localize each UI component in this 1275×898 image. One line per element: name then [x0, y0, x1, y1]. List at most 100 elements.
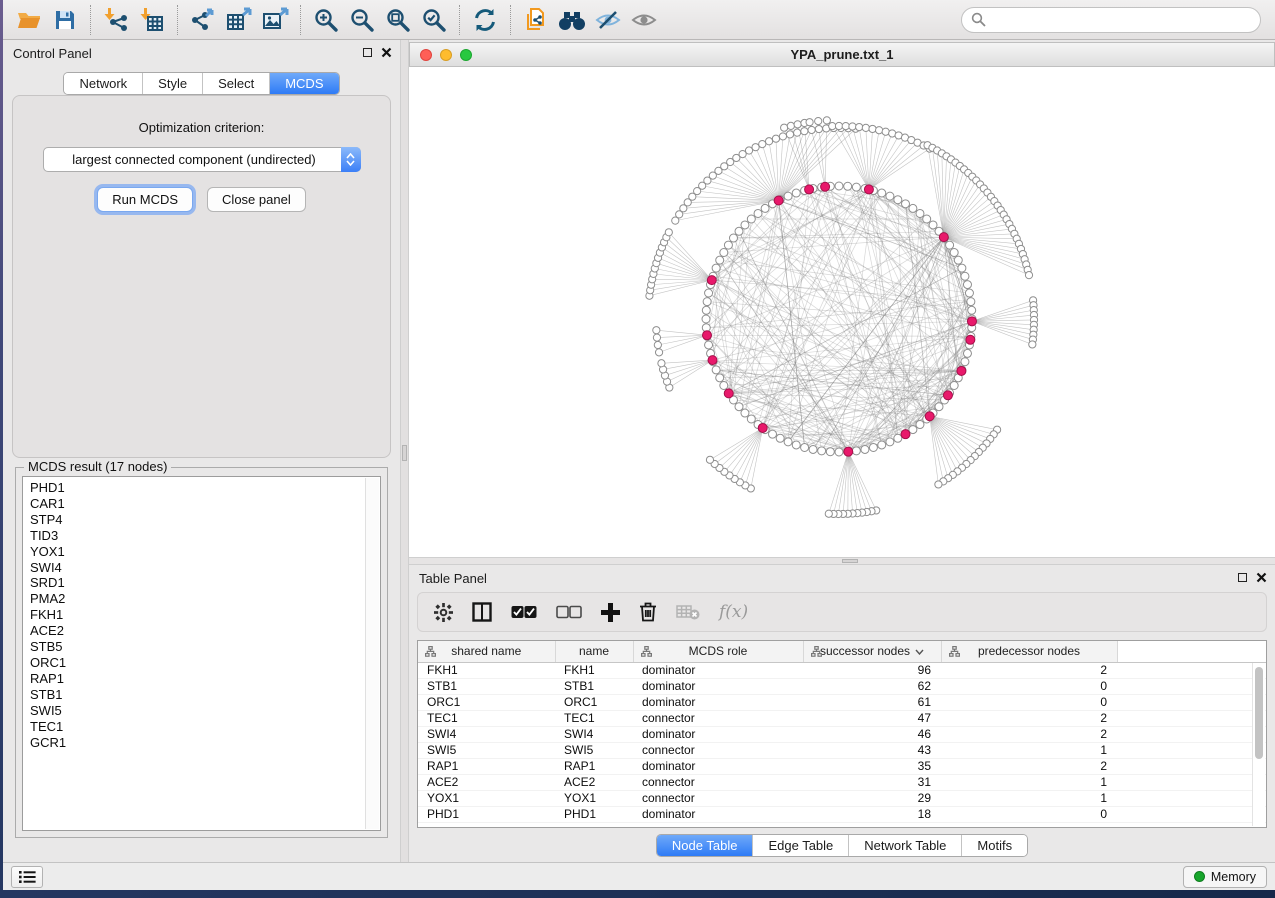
open-session-icon[interactable] [11, 4, 47, 36]
task-list-icon [19, 870, 36, 884]
refresh-layout-icon[interactable] [467, 4, 503, 36]
search-binoculars-icon[interactable] [554, 4, 590, 36]
show-all-eye-icon[interactable] [626, 4, 662, 36]
column-header-successor-nodes[interactable]: successor nodes [803, 641, 941, 662]
table-row[interactable]: FKH1 FKH1 dominator 96 2 [418, 662, 1266, 678]
clone-network-icon[interactable] [518, 4, 554, 36]
add-column-icon[interactable] [601, 603, 620, 622]
control-panel-tab[interactable]: Style [143, 73, 203, 94]
zoom-fit-icon[interactable] [380, 4, 416, 36]
application-window: Control Panel NetworkStyleSelectMCDS Opt… [3, 0, 1275, 890]
optimization-criterion-select[interactable]: largest connected component (undirected) [43, 147, 361, 172]
mcds-result-item[interactable]: STB5 [30, 639, 360, 655]
column-header-predecessor-nodes[interactable]: predecessor nodes [941, 641, 1117, 662]
table-row[interactable]: SWI5 SWI5 connector 43 1 [418, 742, 1266, 758]
mcds-result-item[interactable]: SRD1 [30, 575, 360, 591]
splitter-grip[interactable] [842, 559, 858, 563]
mcds-result-list[interactable]: PHD1CAR1STP4TID3YOX1SWI4SRD1PMA2FKH1ACE2… [22, 476, 381, 831]
status-bar: Memory [3, 862, 1275, 890]
table-toolbar: f(x) [417, 592, 1267, 632]
table-tab[interactable]: Network Table [849, 835, 962, 856]
control-panel-tab[interactable]: MCDS [270, 73, 338, 94]
close-panel-icon[interactable] [381, 47, 392, 58]
save-session-icon[interactable] [47, 4, 83, 36]
mcds-result-item[interactable]: SWI5 [30, 703, 360, 719]
mcds-result-item[interactable]: ACE2 [30, 623, 360, 639]
float-panel-icon[interactable] [1238, 573, 1247, 582]
task-history-button[interactable] [11, 866, 43, 888]
network-graph[interactable] [409, 67, 1275, 557]
table-row[interactable]: PHD1 PHD1 dominator 18 0 [418, 806, 1266, 822]
vertical-splitter[interactable] [400, 40, 409, 862]
mcds-result-item[interactable]: TEC1 [30, 719, 360, 735]
column-header-name[interactable]: name [555, 641, 633, 662]
column-header-filler [1117, 641, 1266, 662]
main-toolbar [3, 0, 1275, 40]
mcds-result-item[interactable]: GCR1 [30, 735, 360, 751]
network-search-field[interactable] [961, 7, 1261, 33]
zoom-selected-icon[interactable] [416, 4, 452, 36]
table-row[interactable]: ACE2 ACE2 connector 31 1 [418, 774, 1266, 790]
column-header-mcds-role[interactable]: MCDS role [633, 641, 803, 662]
mcds-result-item[interactable]: FKH1 [30, 607, 360, 623]
mcds-list-scrollbar[interactable] [365, 478, 379, 829]
mcds-result-item[interactable]: ORC1 [30, 655, 360, 671]
splitter-grip[interactable] [402, 445, 407, 461]
import-table-icon[interactable] [134, 4, 170, 36]
table-row[interactable]: YOX1 YOX1 connector 29 1 [418, 790, 1266, 806]
table-settings-gear-icon[interactable] [434, 603, 453, 622]
table-row[interactable]: RAP1 RAP1 dominator 35 2 [418, 758, 1266, 774]
table-row[interactable]: SWI4 SWI4 dominator 46 2 [418, 726, 1266, 742]
mcds-result-item[interactable]: STP4 [30, 512, 360, 528]
control-panel-tabs: NetworkStyleSelectMCDS [3, 72, 400, 95]
toolbar-separator [90, 5, 91, 35]
mcds-result-item[interactable]: PHD1 [30, 480, 360, 496]
memory-button[interactable]: Memory [1183, 866, 1267, 888]
export-image-icon[interactable] [257, 4, 293, 36]
table-row[interactable]: TEC1 TEC1 connector 47 2 [418, 710, 1266, 726]
search-input[interactable] [992, 12, 1251, 27]
horizontal-splitter[interactable] [409, 557, 1275, 565]
hide-selected-eye-icon[interactable] [590, 4, 626, 36]
mcds-result-item[interactable]: PMA2 [30, 591, 360, 607]
table-tab[interactable]: Edge Table [753, 835, 849, 856]
mcds-result-item[interactable]: TID3 [30, 528, 360, 544]
memory-label: Memory [1211, 870, 1256, 884]
table-panel: Table Panel f(x) s [409, 565, 1275, 862]
export-table-icon[interactable] [221, 4, 257, 36]
control-panel-title: Control Panel [13, 46, 92, 61]
control-panel-tab[interactable]: Network [64, 73, 143, 94]
network-canvas[interactable] [409, 67, 1275, 557]
close-panel-button[interactable]: Close panel [207, 187, 306, 212]
table-scrollbar[interactable] [1252, 663, 1265, 826]
mcds-result-item[interactable]: YOX1 [30, 544, 360, 560]
mcds-result-item[interactable]: STB1 [30, 687, 360, 703]
table-tab[interactable]: Node Table [657, 835, 754, 856]
deselect-all-icon[interactable] [556, 605, 582, 619]
table-row[interactable]: ORC1 ORC1 dominator 61 0 [418, 694, 1266, 710]
node-table[interactable]: shared name name MCDS role successor nod… [417, 640, 1267, 828]
column-header-shared-name[interactable]: shared name [418, 641, 555, 662]
float-panel-icon[interactable] [363, 48, 372, 57]
network-window-titlebar[interactable]: YPA_prune.txt_1 [409, 42, 1275, 67]
export-network-icon[interactable] [185, 4, 221, 36]
run-mcds-button[interactable]: Run MCDS [97, 187, 193, 212]
control-panel-tab[interactable]: Select [203, 73, 270, 94]
delete-column-icon[interactable] [639, 602, 657, 622]
show-columns-icon[interactable] [472, 602, 492, 622]
table-row[interactable]: STB1 STB1 dominator 62 0 [418, 678, 1266, 694]
scrollbar-thumb[interactable] [1255, 667, 1263, 759]
zoom-out-icon[interactable] [344, 4, 380, 36]
zoom-in-icon[interactable] [308, 4, 344, 36]
mcds-result-item[interactable]: RAP1 [30, 671, 360, 687]
select-all-icon[interactable] [511, 605, 537, 619]
mcds-result-item[interactable]: SWI4 [30, 560, 360, 576]
table-tab[interactable]: Motifs [962, 835, 1027, 856]
sort-chevron-icon [915, 649, 924, 655]
import-network-icon[interactable] [98, 4, 134, 36]
close-panel-icon[interactable] [1256, 572, 1267, 583]
table-header-row: shared name name MCDS role successor nod… [418, 641, 1266, 662]
toolbar-separator [300, 5, 301, 35]
toolbar-separator [510, 5, 511, 35]
mcds-result-item[interactable]: CAR1 [30, 496, 360, 512]
